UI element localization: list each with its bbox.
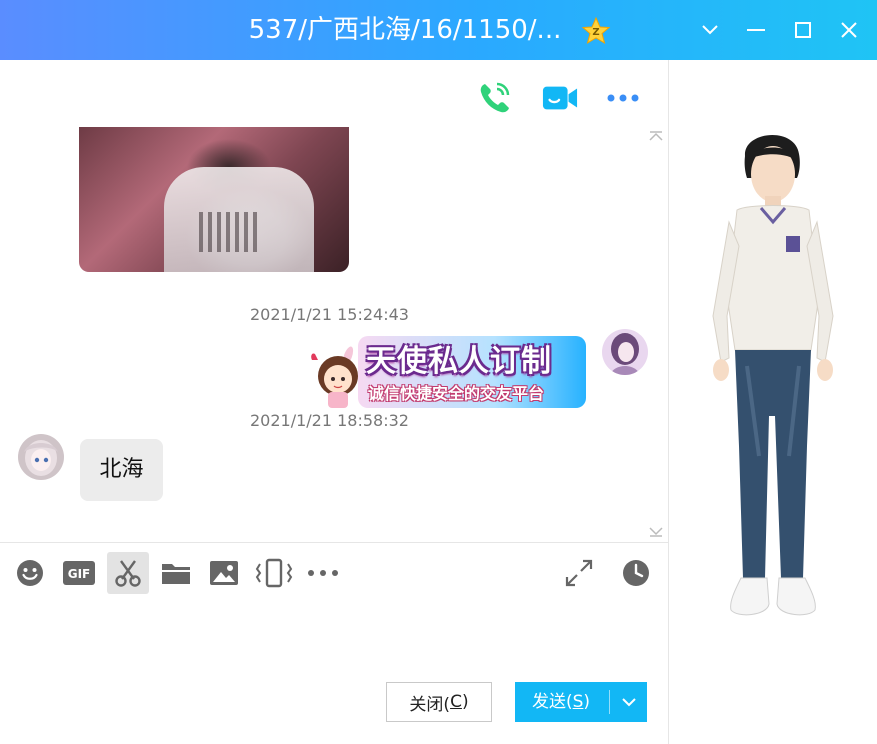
- send-label: 发送(: [531, 692, 573, 712]
- photo-message[interactable]: [79, 127, 349, 272]
- shake-icon[interactable]: [253, 552, 295, 594]
- close-label: 关闭(: [409, 694, 451, 715]
- send-label-end: ): [583, 692, 591, 712]
- more-options-icon[interactable]: [605, 80, 641, 116]
- timestamp: 2021/1/21 15:24:43: [250, 305, 409, 324]
- svg-text:GIF: GIF: [68, 567, 91, 581]
- sticker-message[interactable]: 天使私人订制 诚信快捷安全的交友平台: [300, 330, 588, 412]
- my-avatar[interactable]: [602, 329, 648, 375]
- chat-panel: 2021/1/21 15:24:43 天使私人订制 诚信快捷安全的交友平台 20…: [0, 60, 672, 744]
- message-bubble[interactable]: 北海: [80, 439, 163, 501]
- avatar-show-panel: [669, 60, 877, 744]
- emoji-icon[interactable]: [9, 552, 51, 594]
- vip-star-icon[interactable]: Z: [581, 16, 611, 46]
- more-tools-icon[interactable]: [302, 552, 344, 594]
- timestamp: 2021/1/21 18:58:32: [250, 411, 409, 430]
- chevron-down-icon[interactable]: [693, 14, 727, 46]
- toolbar-divider: [0, 542, 668, 543]
- minimize-icon[interactable]: [739, 14, 773, 46]
- send-shortcut: S: [572, 692, 584, 712]
- window-title: 537/广西北海/16/1150/...: [248, 15, 562, 45]
- close-label-end: ): [461, 692, 469, 712]
- expand-icon[interactable]: [558, 552, 600, 594]
- sticker-title: 天使私人订制: [366, 344, 552, 379]
- scroll-down-icon[interactable]: [648, 526, 664, 538]
- send-divider: [609, 690, 610, 714]
- history-clock-icon[interactable]: [615, 552, 657, 594]
- contact-avatar[interactable]: [18, 434, 64, 480]
- send-button[interactable]: 发送(S): [515, 682, 647, 722]
- send-options-chevron-icon[interactable]: [611, 682, 647, 722]
- scroll-up-icon[interactable]: [648, 130, 664, 142]
- title-bar[interactable]: 537/广西北海/16/1150/... Z: [0, 0, 877, 60]
- cartoon-girl-icon: [311, 346, 358, 408]
- send-label-wrap[interactable]: 发送(S): [515, 682, 607, 722]
- voice-call-icon[interactable]: [476, 80, 512, 116]
- close-shortcut: C: [450, 692, 462, 712]
- maximize-icon[interactable]: [786, 14, 820, 46]
- video-call-icon[interactable]: [542, 80, 578, 116]
- photo-print: [199, 212, 259, 252]
- sticker-subtitle: 诚信快捷安全的交友平台: [368, 384, 545, 403]
- close-button[interactable]: 关闭(C): [386, 682, 492, 722]
- svg-text:Z: Z: [592, 27, 599, 38]
- image-icon[interactable]: [203, 552, 245, 594]
- scissors-icon[interactable]: [107, 552, 149, 594]
- close-icon[interactable]: [832, 14, 866, 46]
- gif-icon[interactable]: GIF: [58, 552, 100, 594]
- chat-window: 537/广西北海/16/1150/... Z 2021/1/21 15:24:4…: [0, 0, 877, 744]
- folder-icon[interactable]: [155, 552, 197, 594]
- full-body-avatar[interactable]: [707, 126, 839, 626]
